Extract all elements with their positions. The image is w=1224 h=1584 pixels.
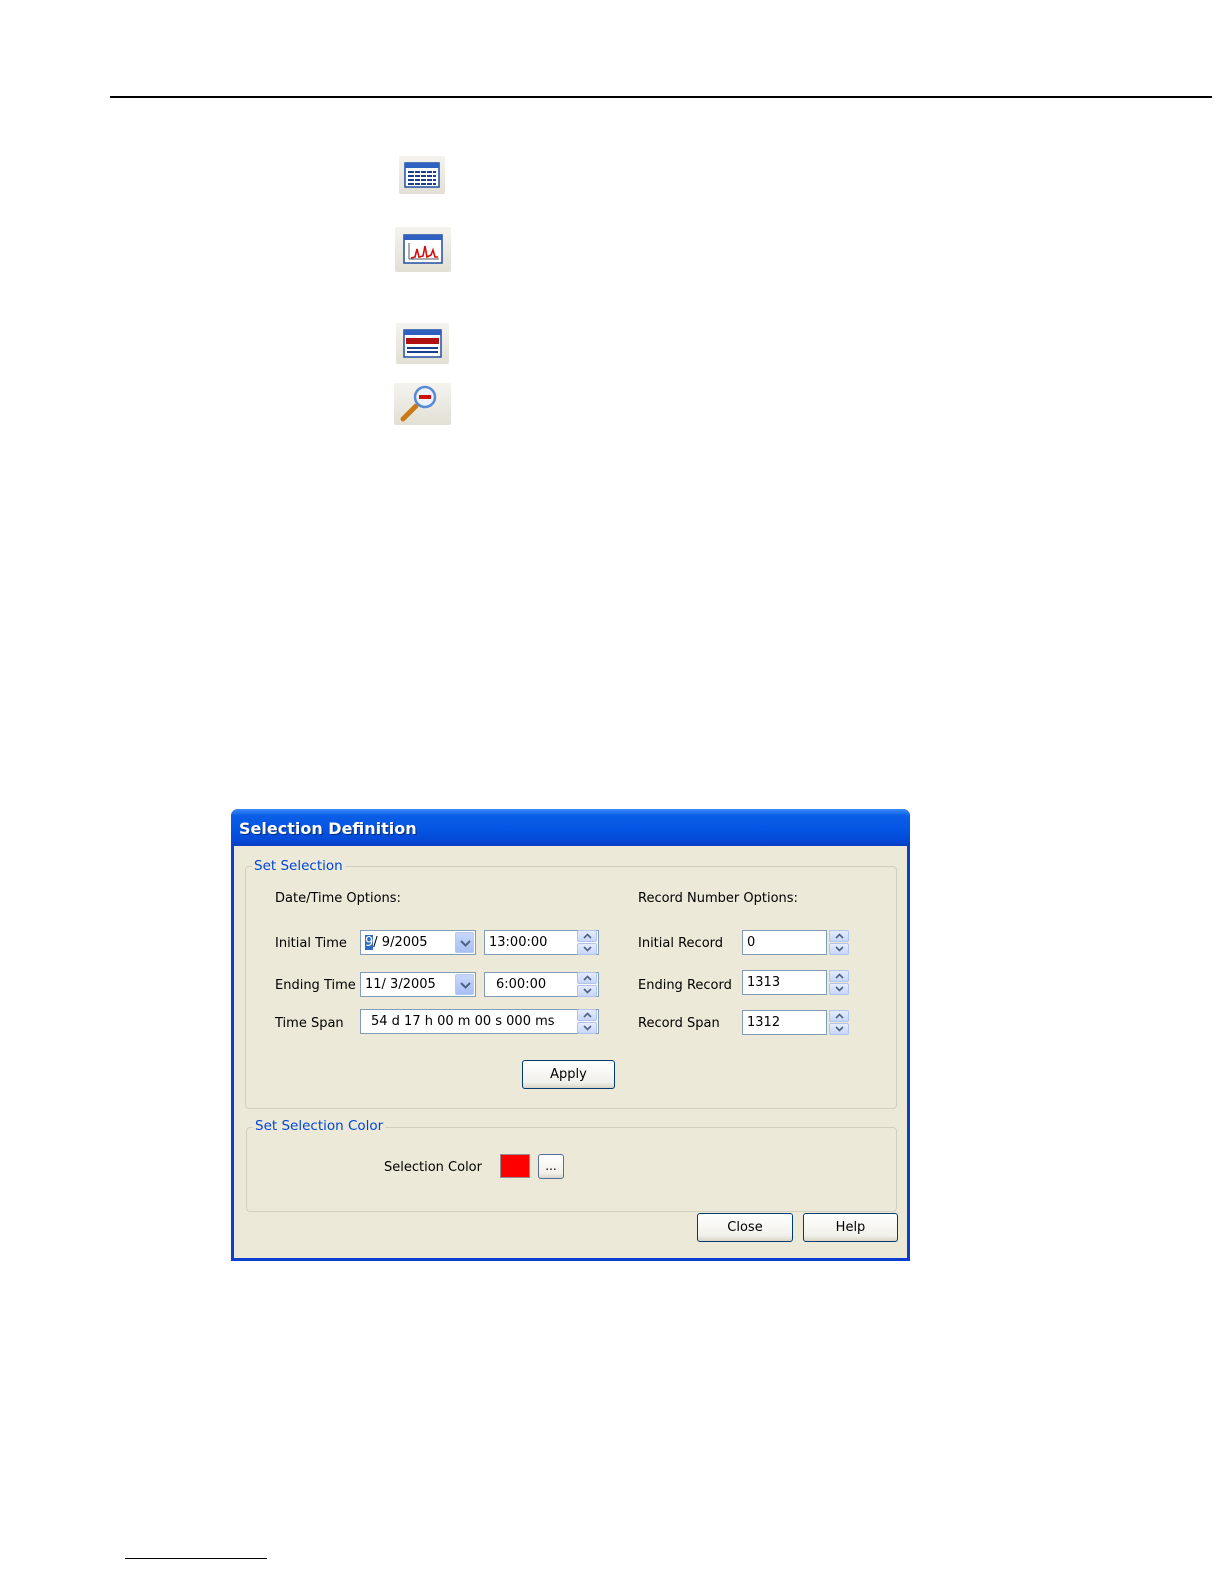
ending-record-field[interactable]: 1313 [742, 970, 827, 995]
spin-up-button[interactable] [577, 930, 597, 942]
initial-record-field[interactable]: 0 [742, 930, 827, 955]
initial-record-value: 0 [747, 935, 756, 950]
initial-date-picker[interactable]: 9/ 9/2005 [360, 930, 476, 955]
zoom-out-icon[interactable] [394, 383, 451, 425]
time-span-value: 54 d 17 h 00 m 00 s 000 ms [371, 1014, 555, 1029]
apply-button[interactable]: Apply [522, 1060, 615, 1089]
ending-date-picker[interactable]: 11/ 3/2005 [360, 972, 476, 997]
ending-time-label: Ending Time [275, 978, 356, 993]
ending-date-dropdown-button[interactable] [455, 974, 474, 995]
spin-down-button[interactable] [577, 1022, 597, 1034]
initial-date-dropdown-button[interactable] [455, 932, 474, 953]
spin-up-button[interactable] [829, 1010, 849, 1022]
spin-up-button[interactable] [829, 930, 849, 942]
initial-time-spinner[interactable] [577, 930, 597, 955]
time-span-field[interactable]: 54 d 17 h 00 m 00 s 000 ms [360, 1009, 599, 1034]
set-selection-color-group [246, 1127, 897, 1212]
ending-record-spinner[interactable] [829, 970, 849, 995]
ending-time-spinner[interactable] [577, 972, 597, 997]
spin-up-button[interactable] [577, 972, 597, 984]
ending-time-field[interactable]: 6:00:00 [484, 972, 599, 997]
spin-down-button[interactable] [577, 985, 597, 997]
chevron-down-icon [460, 940, 471, 947]
spin-down-button[interactable] [829, 983, 849, 995]
chevron-up-icon [583, 1012, 592, 1018]
initial-record-label: Initial Record [638, 936, 724, 951]
chevron-down-icon [835, 946, 844, 952]
spin-down-button[interactable] [829, 1023, 849, 1035]
ending-time-value: 6:00:00 [496, 977, 547, 992]
selection-color-label: Selection Color [384, 1160, 482, 1175]
dialog-titlebar[interactable]: Selection Definition [231, 809, 910, 846]
initial-time-value: 13:00:00 [489, 935, 548, 950]
chevron-down-icon [583, 946, 592, 952]
initial-record-spinner[interactable] [829, 930, 849, 955]
chevron-down-icon [583, 1025, 592, 1031]
record-options-heading: Record Number Options: [638, 891, 798, 906]
record-span-spinner[interactable] [829, 1010, 849, 1035]
browse-color-button[interactable]: ... [538, 1154, 564, 1179]
chevron-up-icon [835, 973, 844, 979]
help-button[interactable]: Help [803, 1213, 898, 1242]
ending-record-value: 1313 [747, 975, 781, 990]
chevron-down-icon [460, 982, 471, 989]
set-selection-legend: Set Selection [252, 858, 345, 874]
record-span-label: Record Span [638, 1016, 720, 1031]
selection-color-swatch[interactable] [500, 1154, 530, 1178]
table-view-icon[interactable] [399, 156, 445, 194]
page-top-rule [110, 96, 1212, 98]
close-button[interactable]: Close [697, 1213, 793, 1242]
initial-time-label: Initial Time [275, 936, 347, 951]
spin-up-button[interactable] [829, 970, 849, 982]
time-span-label: Time Span [275, 1016, 344, 1031]
time-span-spinner[interactable] [577, 1009, 597, 1034]
selection-definition-dialog: Selection Definition Set Selection Date/… [231, 809, 910, 1261]
spin-down-button[interactable] [577, 943, 597, 955]
spin-down-button[interactable] [829, 943, 849, 955]
record-span-field[interactable]: 1312 [742, 1010, 827, 1035]
chevron-down-icon [835, 1026, 844, 1032]
spin-up-button[interactable] [577, 1009, 597, 1021]
record-span-value: 1312 [747, 1015, 781, 1030]
initial-date-rest: / 9/2005 [373, 935, 428, 950]
ending-date-value: 11/ 3/2005 [365, 977, 436, 992]
datetime-options-heading: Date/Time Options: [275, 891, 401, 906]
set-selection-color-legend: Set Selection Color [253, 1118, 386, 1134]
initial-time-field[interactable]: 13:00:00 [484, 930, 599, 955]
chevron-down-icon [835, 986, 844, 992]
chevron-up-icon [835, 933, 844, 939]
ending-record-label: Ending Record [638, 978, 732, 993]
graph-view-icon[interactable] [395, 227, 451, 272]
chevron-up-icon [583, 975, 592, 981]
chevron-up-icon [835, 1013, 844, 1019]
selection-table-icon[interactable] [396, 323, 449, 364]
dialog-client-area: Set Selection Date/Time Options: Record … [234, 846, 907, 1258]
dialog-title: Selection Definition [239, 819, 417, 838]
chevron-up-icon [583, 933, 592, 939]
chevron-down-icon [583, 988, 592, 994]
footnote-rule [125, 1558, 267, 1559]
